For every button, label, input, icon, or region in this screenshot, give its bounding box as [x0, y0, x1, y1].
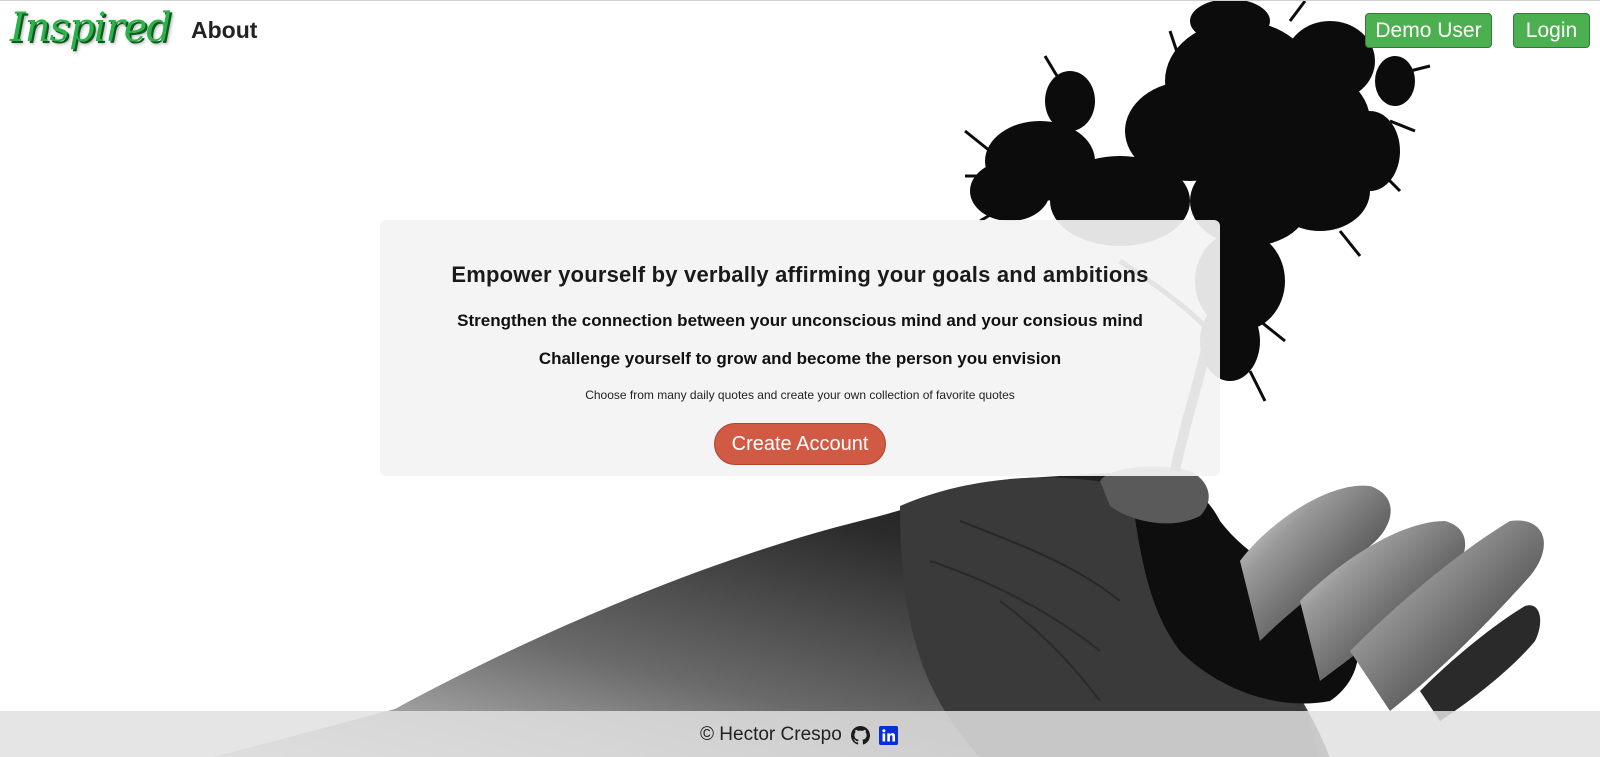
hero-headline: Empower yourself by verbally affirming y…: [451, 262, 1149, 287]
login-button[interactable]: Login: [1513, 13, 1590, 48]
hero-description: Choose from many daily quotes and create…: [585, 388, 1015, 402]
hero-card: Empower yourself by verbally affirming y…: [380, 220, 1220, 476]
create-account-button[interactable]: Create Account: [714, 423, 886, 465]
footer-content: © Hector Crespo: [700, 724, 898, 746]
linkedin-icon[interactable]: [878, 725, 898, 745]
nav-about-link[interactable]: About: [191, 17, 257, 44]
hero-subline-challenge: Challenge yourself to grow and become th…: [538, 349, 1062, 368]
landing-page: Inspired About Demo User Login Empower y…: [0, 0, 1600, 757]
logo[interactable]: Inspired: [10, 5, 172, 51]
top-navbar: Inspired About Demo User Login: [0, 1, 1600, 61]
github-icon[interactable]: [850, 725, 870, 745]
footer-copyright: © Hector Crespo: [700, 724, 842, 745]
hero-subline-connection: Strengthen the connection between your u…: [457, 311, 1143, 330]
demo-user-button[interactable]: Demo User: [1365, 13, 1492, 48]
footer: © Hector Crespo: [0, 711, 1600, 757]
